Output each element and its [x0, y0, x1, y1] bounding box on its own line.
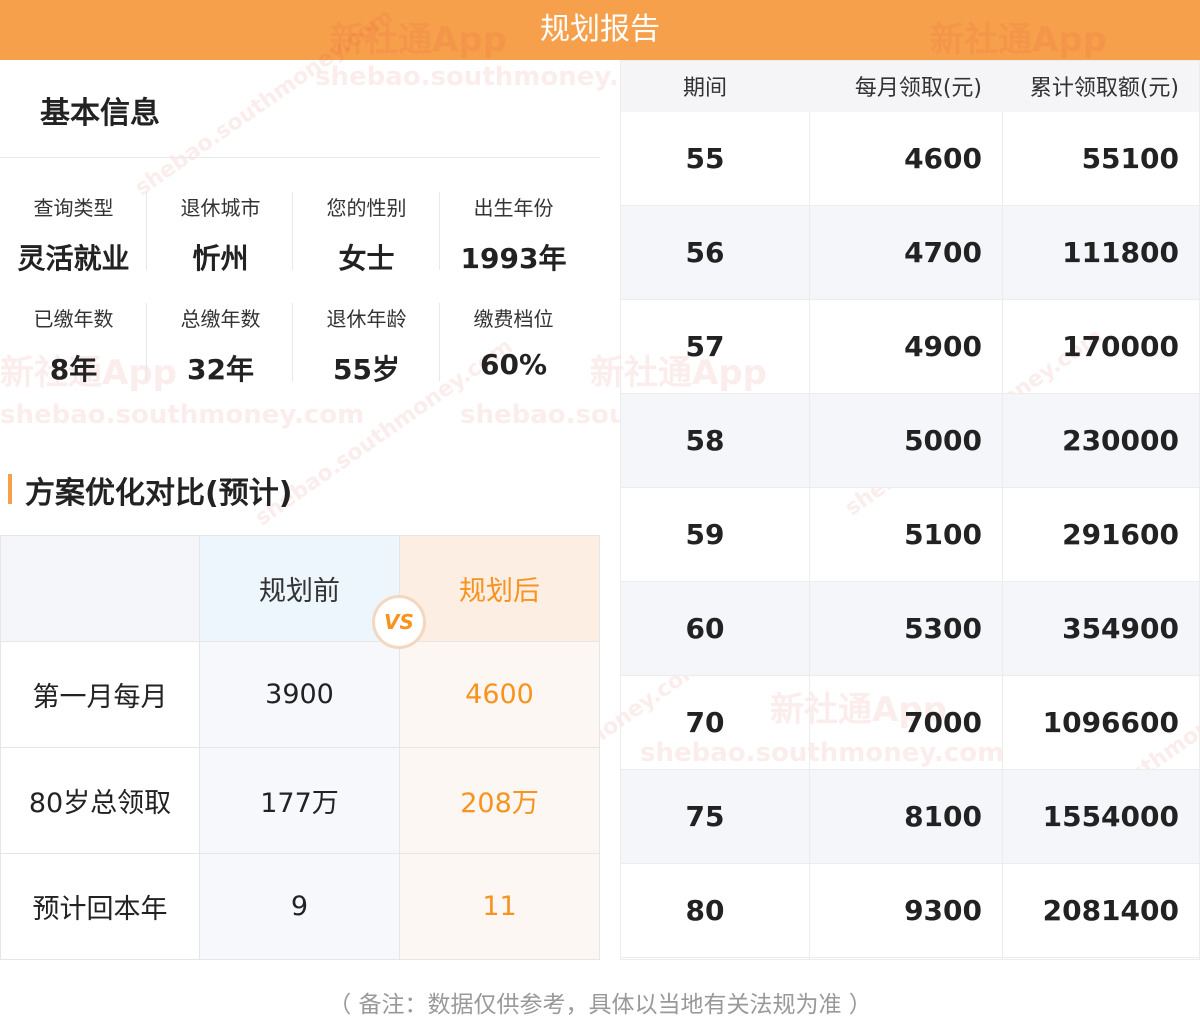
cell-monthly: 7000: [904, 706, 982, 739]
cell-period: 80: [685, 894, 725, 927]
cell-total: 354900: [1062, 612, 1179, 645]
cell-monthly: 4600: [904, 142, 982, 175]
before-value: 3900: [200, 642, 400, 748]
cell-period: 56: [685, 236, 725, 269]
schedule-table: 期间 每月领取(元) 累计领取额(元) 55 4600 55100 56 4700 111…: [620, 60, 1200, 960]
comparison-corner: [1, 536, 200, 642]
cell-total: 2081400: [1042, 894, 1179, 927]
cell-monthly: 8100: [904, 800, 982, 833]
info-paid-years: 已缴年数 8年: [33, 307, 114, 386]
table-row: 80 9300 2081400: [620, 864, 1200, 958]
info-total-years: 总缴年数 32年: [180, 307, 261, 386]
row-label: 预计回本年: [1, 854, 200, 959]
cell-total: 55100: [1081, 142, 1179, 175]
cell-period: 59: [685, 518, 725, 551]
info-retire-age: 退休年龄 55岁: [326, 307, 407, 386]
section-accent-bar: [8, 474, 12, 504]
after-header: 规划后: [400, 536, 599, 642]
cell-period: 57: [685, 330, 725, 363]
table-row: 60 5300 354900: [620, 582, 1200, 676]
cell-period: 55: [685, 142, 725, 175]
cell-monthly: 9300: [904, 894, 982, 927]
page-title: 规划报告: [540, 12, 660, 47]
cell-monthly: 5000: [904, 424, 982, 457]
info-birth-year: 出生年份 1993年: [460, 196, 567, 275]
footer-note: （ 备注：数据仅供参考，具体以当地有关法规为准 ）: [328, 992, 872, 1018]
cell-monthly: 5300: [904, 612, 982, 645]
table-row: 55 4600 55100: [620, 112, 1200, 206]
cell-period: 75: [685, 800, 725, 833]
cell-period: 60: [685, 612, 725, 645]
cell-total: 291600: [1062, 518, 1179, 551]
vs-icon: VS: [375, 598, 423, 646]
header-total: 累计领取额(元): [1029, 76, 1179, 101]
after-value: 4600: [400, 642, 599, 748]
page-header: 规划报告: [0, 0, 1200, 60]
cell-total: 230000: [1062, 424, 1179, 457]
cell-monthly: 5100: [904, 518, 982, 551]
before-value: 9: [200, 854, 400, 959]
table-row: 58 5000 230000: [620, 394, 1200, 488]
before-value: 177万: [200, 748, 400, 854]
table-row: 75 8100 1554000: [620, 770, 1200, 864]
info-gender: 您的性别 女士: [326, 196, 407, 275]
row-label: 第一月每月: [1, 642, 200, 748]
cell-total: 170000: [1062, 330, 1179, 363]
row-label: 80岁总领取: [1, 748, 200, 854]
before-header: 规划前: [200, 536, 400, 642]
cell-total: 1096600: [1042, 706, 1179, 739]
optimization-title: 方案优化对比(预计): [25, 476, 293, 511]
basic-info-title: 基本信息: [40, 96, 160, 131]
table-row: 57 4900 170000: [620, 300, 1200, 394]
after-value: 11: [400, 854, 599, 959]
watermark: shebao.southmoney.com: [0, 400, 365, 430]
cell-monthly: 4900: [904, 330, 982, 363]
cell-monthly: 4700: [904, 236, 982, 269]
schedule-header: 期间 每月领取(元) 累计领取额(元): [620, 60, 1200, 112]
divider: [0, 157, 600, 158]
divider: [809, 112, 810, 960]
info-contribution-level: 缴费档位 60%: [473, 307, 554, 381]
info-query-type: 查询类型 灵活就业: [17, 196, 130, 275]
info-retire-city: 退休城市 忻州: [180, 196, 261, 275]
comparison-table: 规划前 规划后 第一月每月 3900 4600 80岁总领取 177万 208万…: [0, 535, 600, 960]
cell-period: 58: [685, 424, 725, 457]
table-row: 70 7000 1096600: [620, 676, 1200, 770]
header-monthly: 每月领取(元): [854, 76, 982, 101]
table-row: 56 4700 111800: [620, 206, 1200, 300]
table-row: 59 5100 291600: [620, 488, 1200, 582]
cell-period: 70: [685, 706, 725, 739]
after-value: 208万: [400, 748, 599, 854]
cell-total: 111800: [1062, 236, 1179, 269]
divider: [1002, 112, 1003, 960]
cell-total: 1554000: [1042, 800, 1179, 833]
header-period: 期间: [682, 76, 727, 101]
